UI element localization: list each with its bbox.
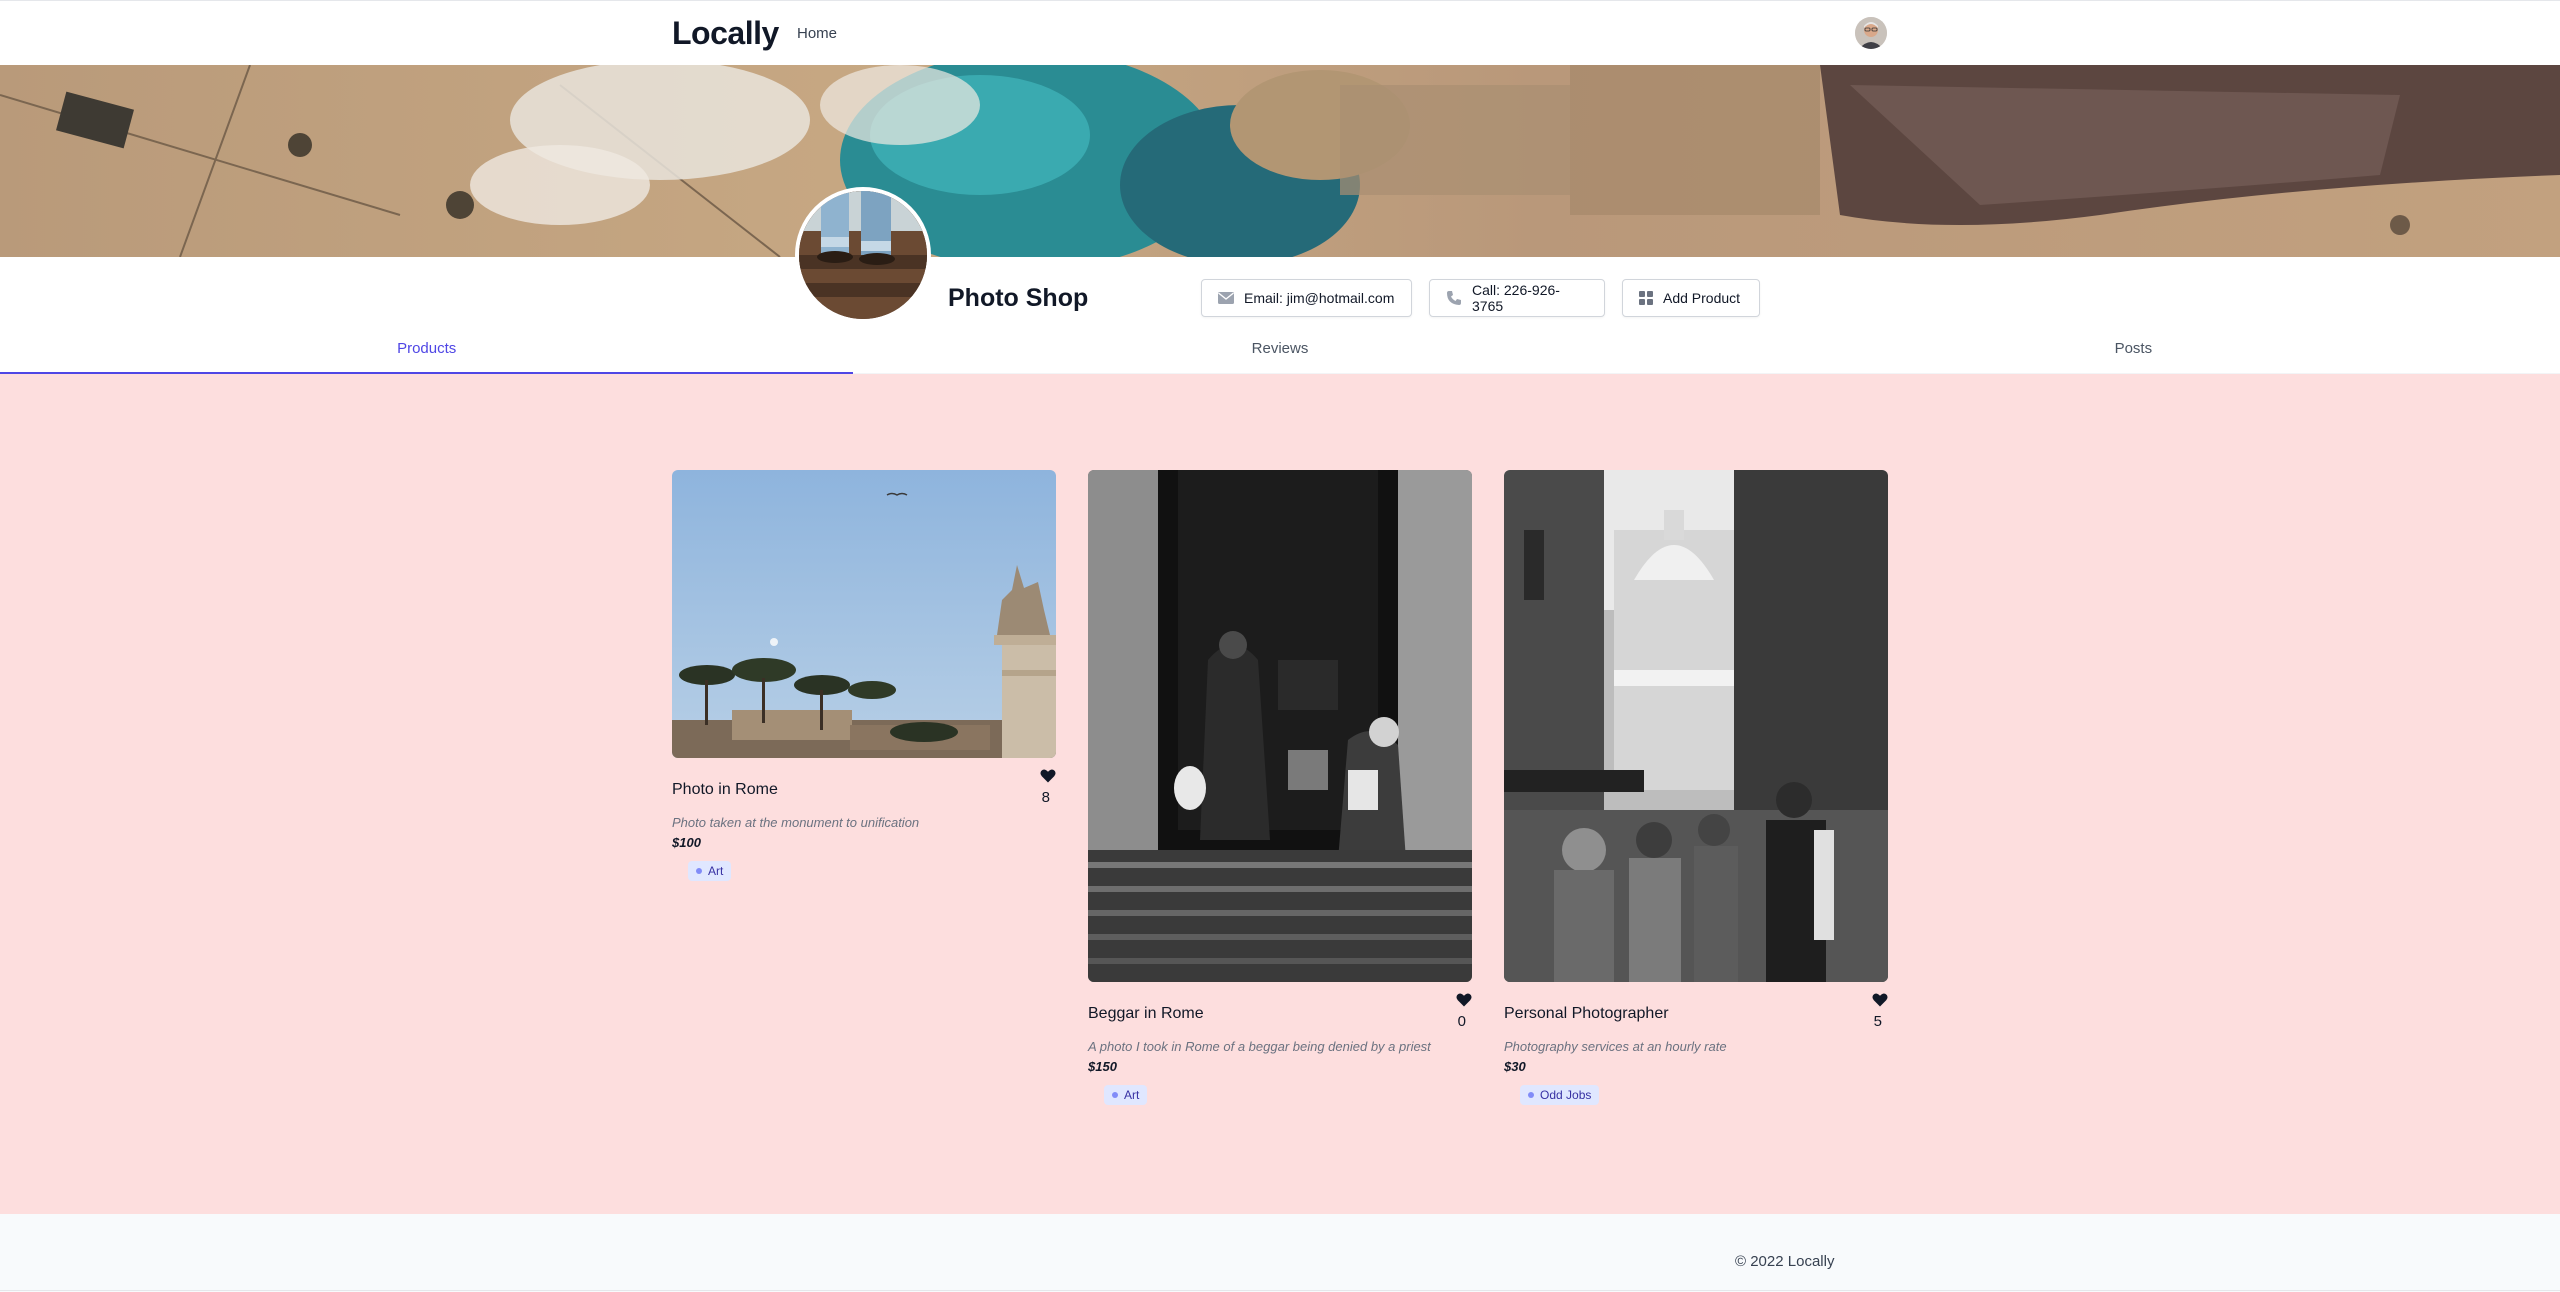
product-details: Personal Photographer 5 Photography serv… bbox=[1504, 993, 1888, 1115]
product-description: A photo I took in Rome of a beggar being… bbox=[1088, 1039, 1431, 1054]
product-details: Photo in Rome 8 Photo taken at the monum… bbox=[672, 769, 1056, 891]
products-section: Photo in Rome 8 Photo taken at the monum… bbox=[0, 374, 2560, 1214]
tag-dot-icon bbox=[1528, 1092, 1534, 1098]
shop-avatar bbox=[795, 187, 931, 323]
category-tag-label: Art bbox=[1124, 1088, 1140, 1102]
grid-add-icon bbox=[1639, 291, 1653, 305]
product-card[interactable]: Photo in Rome 8 Photo taken at the monum… bbox=[672, 470, 1056, 881]
tab-posts[interactable]: Posts bbox=[1706, 330, 2560, 374]
add-product-label: Add Product bbox=[1663, 290, 1741, 306]
phone-icon bbox=[1447, 291, 1461, 305]
product-image[interactable] bbox=[1504, 470, 1888, 982]
like-count: 8 bbox=[1041, 789, 1050, 806]
call-button-label: Call: 226-926-3765 bbox=[1472, 282, 1560, 314]
product-title[interactable]: Personal Photographer bbox=[1504, 1005, 1669, 1023]
product-description: Photo taken at the monument to unificati… bbox=[672, 815, 920, 830]
product-price: $150 bbox=[1088, 1059, 1117, 1074]
category-tag[interactable]: Odd Jobs bbox=[1520, 1085, 1600, 1105]
product-card[interactable]: Beggar in Rome 0 A photo I took in Rome … bbox=[1088, 470, 1472, 1105]
product-price: $30 bbox=[1504, 1059, 1526, 1074]
product-image[interactable] bbox=[672, 470, 1056, 758]
like-count: 0 bbox=[1457, 1013, 1466, 1030]
category-tag[interactable]: Art bbox=[1104, 1085, 1148, 1105]
email-button[interactable]: Email: jim@hotmail.com bbox=[1201, 279, 1412, 317]
email-button-label: Email: jim@hotmail.com bbox=[1244, 290, 1395, 306]
category-tag[interactable]: Art bbox=[688, 861, 732, 881]
tab-products[interactable]: Products bbox=[0, 330, 854, 374]
tag-dot-icon bbox=[1112, 1092, 1118, 1098]
tab-reviews[interactable]: Reviews bbox=[853, 330, 1707, 374]
add-product-button[interactable]: Add Product bbox=[1622, 279, 1760, 317]
heart-icon[interactable] bbox=[1456, 993, 1472, 1007]
category-tag-label: Odd Jobs bbox=[1540, 1088, 1592, 1102]
mail-icon bbox=[1218, 292, 1234, 304]
category-tag-label: Art bbox=[708, 864, 724, 878]
heart-icon[interactable] bbox=[1872, 993, 1888, 1007]
product-card[interactable]: Personal Photographer 5 Photography serv… bbox=[1504, 470, 1888, 1105]
product-title[interactable]: Photo in Rome bbox=[672, 781, 778, 799]
tag-dot-icon bbox=[696, 868, 702, 874]
brand-logo[interactable]: Locally bbox=[672, 15, 779, 52]
copyright-text: © 2022 Locally bbox=[1735, 1253, 1835, 1270]
user-avatar-icon bbox=[1855, 17, 1887, 49]
product-description: Photography services at an hourly rate bbox=[1504, 1039, 1727, 1054]
page-footer: © 2022 Locally bbox=[0, 1236, 2560, 1291]
product-image[interactable] bbox=[1088, 470, 1472, 982]
like-count: 5 bbox=[1873, 1013, 1882, 1030]
heart-icon[interactable] bbox=[1040, 769, 1056, 783]
shop-name: Photo Shop bbox=[948, 284, 1089, 312]
shop-tabs: Products Reviews Posts bbox=[0, 330, 2560, 374]
product-details: Beggar in Rome 0 A photo I took in Rome … bbox=[1088, 993, 1472, 1115]
cover-banner-image bbox=[0, 65, 2560, 257]
top-navigation: Locally Home bbox=[0, 0, 2560, 65]
call-button[interactable]: Call: 226-926-3765 bbox=[1429, 279, 1605, 317]
product-price: $100 bbox=[672, 835, 701, 850]
product-title[interactable]: Beggar in Rome bbox=[1088, 1005, 1204, 1023]
nav-home-link[interactable]: Home bbox=[797, 25, 837, 42]
user-avatar[interactable] bbox=[1855, 17, 1887, 49]
